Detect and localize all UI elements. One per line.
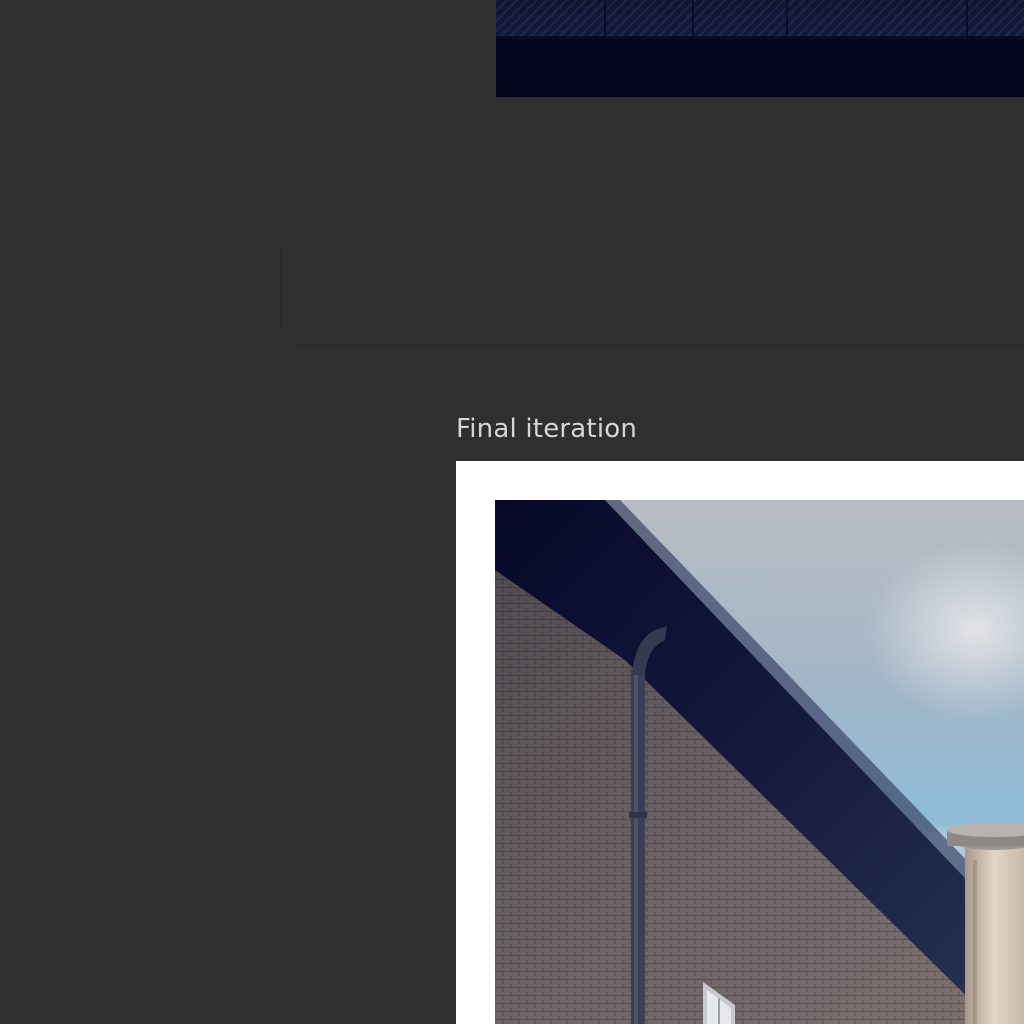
image-caption: Final iteration [456, 414, 638, 444]
window-mullion [604, 0, 606, 38]
window-sill [496, 36, 1024, 39]
previous-iteration-image [496, 0, 1024, 97]
window-mullion [692, 0, 694, 38]
divider-vertical [280, 248, 281, 332]
window-mullion [966, 0, 968, 38]
page: Final iteration [0, 0, 1024, 1024]
divider-horizontal [296, 344, 1024, 345]
final-iteration-image [495, 500, 1024, 1024]
window-glass-texture [496, 0, 1024, 37]
window-mullion [786, 0, 788, 38]
